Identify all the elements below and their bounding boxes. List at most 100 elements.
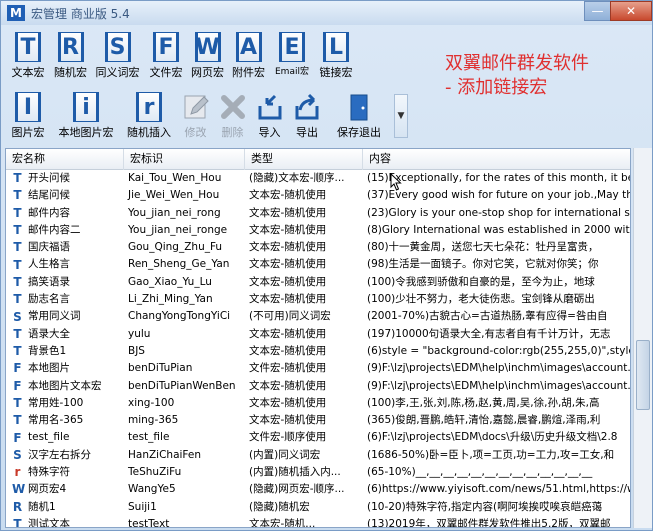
cell-macro-content: (8)Glory International was established i… — [367, 223, 631, 236]
cell-macro-id: test_file — [128, 431, 170, 444]
macro-name-text: 本地图片文本宏 — [28, 379, 102, 392]
attachment-macro-letter-icon: A — [235, 32, 262, 62]
column-header-content[interactable]: 内容 — [363, 149, 630, 170]
table-row[interactable]: T 结尾问候 Jie_Wei_Wen_Hou 文本宏-随机使用 (37)Every go… — [6, 187, 630, 204]
cell-macro-type: 文本宏-随机使用 — [249, 223, 327, 236]
macro-type-R-icon: R — [12, 499, 23, 514]
text-macro-label: 文本宏 — [11, 66, 45, 79]
cell-macro-type: (内置)同义词宏 — [249, 448, 321, 461]
export-button[interactable]: 导出 — [288, 88, 326, 144]
import-button[interactable]: 导入 — [251, 88, 288, 144]
table-row[interactable]: T 语录大全 yulu 文本宏-随机使用 (197)10000句语录大全,有志者自有千计… — [6, 326, 630, 343]
cell-macro-id: ChangYongTongYiCi — [128, 310, 231, 323]
synonym-macro-label: 同义词宏 — [95, 66, 140, 79]
macro-name-text: 语录大全 — [28, 327, 70, 340]
macro-name-text: 励志名言 — [28, 293, 70, 306]
macro-type-T-icon: T — [13, 274, 22, 289]
table-row[interactable]: Ftest_file test_file 文件宏-顺序使用 (6)F:\lzj\pro… — [6, 429, 630, 446]
macro-manager-window: M 宏管理 商业版 5.4 — ✕ T 文本宏 R 随机宏 S 同义词宏 F 文件宏 W 网页宏 A… — [0, 0, 653, 531]
table-row[interactable]: r 特殊字符 TeShuZiFu (内置)随机插入内... (65-10%)__,__,… — [6, 464, 630, 481]
local-image-macro-button[interactable]: i 本地图片宏 — [51, 88, 121, 144]
table-row[interactable]: T 国庆福语 Gou_Qing_Zhu_Fu 文本宏-随机使用 (80)十一黄金周，送您… — [6, 239, 630, 256]
cell-macro-type: (内置)随机插入内... — [249, 466, 341, 479]
table-row[interactable]: T 邮件内容二 You_jian_nei_ronge 文本宏-随机使用 (8)Glory… — [6, 222, 630, 239]
edit-button[interactable]: 修改 — [177, 88, 214, 144]
cell-macro-id: Suiji1 — [128, 500, 157, 513]
macro-name-text: 常用姓-100 — [28, 396, 84, 409]
random-insert-label: 随机插入 — [127, 126, 171, 139]
table-row[interactable]: T 搞笑语录 Gao_Xiao_Yu_Lu 文本宏-随机使用 (100)令我感到骄傲和自… — [6, 274, 630, 291]
table-row[interactable]: T 背景色1 BJS 文本宏-随机使用 (6)style = "background-c… — [6, 343, 630, 360]
delete-label: 删除 — [221, 126, 244, 139]
cell-macro-content: (13)2019年，双翼邮件群发软件推出5.2版，双翼邮 — [367, 517, 611, 528]
cell-macro-type: 文本宏-随机使用 — [249, 258, 327, 271]
macro-type-T-icon: T — [13, 344, 22, 359]
door-exit-icon — [343, 92, 375, 122]
table-row[interactable]: S 汉字左右拆分 HanZiChaiFen (内置)同义词宏 (1686-50%)卧=臣… — [6, 447, 630, 464]
column-header-name[interactable]: 宏名称 — [6, 149, 124, 170]
cell-macro-content: (10-20)特殊字符,指定内容(啊阿埃挨哎唉哀皑癌蔼 — [367, 500, 603, 513]
macro-name-text: 特殊字符 — [28, 466, 70, 479]
column-header-id[interactable]: 宏标识 — [124, 149, 245, 170]
random-insert-button[interactable]: r 随机插入 — [121, 88, 177, 144]
vertical-scrollbar[interactable] — [633, 148, 652, 528]
macro-type-T-icon: T — [13, 257, 22, 272]
macro-name-text: 搞笑语录 — [28, 275, 70, 288]
cell-macro-name: Ftest_file — [6, 429, 124, 446]
table-row[interactable]: T 常用名-365 ming-365 文本宏-随机使用 (365)俊朗,晋鹏,皓轩,清怡… — [6, 412, 630, 429]
macro-name-text: 网页宏4 — [28, 483, 67, 496]
table-row[interactable]: W 网页宏4 WangYe5 (隐藏)网页宏-顺序... (6)https://www.… — [6, 481, 630, 498]
file-macro-button[interactable]: F 文件宏 — [145, 28, 187, 84]
delete-button[interactable]: 删除 — [214, 88, 251, 144]
macro-list[interactable]: 宏名称 宏标识 类型 内容 T 开头问候 Kai_Tou_Wen_Hou (隐藏)文本… — [5, 148, 631, 528]
table-row[interactable]: F 本地图片文本宏 benDiTuPianWenBen 文本宏-随机使用 (9)F:\l… — [6, 378, 630, 395]
table-row[interactable]: S 常用同义词 ChangYongTongYiCi (不可用)同义词宏 (2001-70… — [6, 308, 630, 325]
attachment-macro-button[interactable]: A 附件宏 — [228, 28, 269, 84]
macro-type-S-icon: S — [13, 309, 22, 324]
table-row[interactable]: T 人生格言 Ren_Sheng_Ge_Yan 文本宏-随机使用 (98)生活是一面镜子… — [6, 256, 630, 273]
cell-macro-type: 文本宏-随机使用 — [249, 414, 327, 427]
table-row[interactable]: F 本地图片 benDiTuPian 文件宏-随机使用 (9)F:\lzj\projec… — [6, 360, 630, 377]
macro-type-F-icon: F — [13, 361, 22, 376]
synonym-macro-button[interactable]: S 同义词宏 — [90, 28, 145, 84]
image-macro-button[interactable]: I 图片宏 — [5, 88, 51, 144]
macro-type-T-icon: T — [13, 223, 22, 238]
table-row[interactable]: T 常用姓-100 xing-100 文本宏-随机使用 (100)李,王,张,刘,陈,杨… — [6, 395, 630, 412]
table-row[interactable]: T 测试文本 testText 文本宏-随机... (13)2019年，双翼邮件群发软件… — [6, 516, 630, 528]
title-bar: M 宏管理 商业版 5.4 — ✕ — [1, 1, 652, 25]
table-row[interactable]: T 邮件内容 You_jian_nei_rong 文本宏-随机使用 (23)Glory … — [6, 205, 630, 222]
close-button[interactable]: ✕ — [610, 1, 652, 21]
webpage-macro-button[interactable]: W 网页宏 — [187, 28, 228, 84]
scrollbar-thumb[interactable] — [636, 340, 650, 410]
macro-type-T-icon: T — [13, 326, 22, 341]
table-row[interactable]: R 随机1 Suiji1 (隐藏)随机宏 (10-20)特殊字符,指定内容(啊阿埃挨哎唉… — [6, 499, 630, 516]
toolbar-overflow-chevron-down-icon[interactable]: ▼ — [394, 94, 408, 138]
attachment-macro-label: 附件宏 — [232, 66, 265, 79]
link-macro-button[interactable]: L 链接宏 — [315, 28, 357, 84]
text-macro-button[interactable]: T 文本宏 — [5, 28, 51, 84]
app-logo-icon: M — [7, 5, 25, 21]
synonym-macro-letter-icon: S — [104, 32, 131, 62]
cell-macro-content: (23)Glory is your one-stop shop for inte… — [367, 206, 630, 219]
column-header-type[interactable]: 类型 — [245, 149, 363, 170]
file-macro-label: 文件宏 — [149, 66, 183, 79]
random-macro-button[interactable]: R 随机宏 — [51, 28, 90, 84]
cell-macro-content: (9)F:\lzj\projects\EDM\help\inchm\images… — [367, 379, 631, 392]
cell-macro-id: testText — [128, 517, 170, 528]
cell-macro-name: T 常用名-365 — [6, 412, 124, 429]
cell-macro-name: F 本地图片文本宏 — [6, 378, 124, 395]
import-label: 导入 — [258, 126, 281, 139]
email-macro-button[interactable]: E Email宏 — [269, 28, 315, 84]
macro-name-text: 结尾问候 — [28, 189, 70, 202]
macro-name-text: 开头问候 — [28, 172, 70, 184]
cell-macro-type: (隐藏)网页宏-顺序... — [249, 483, 345, 496]
cell-macro-id: ming-365 — [128, 414, 179, 427]
table-row[interactable]: T 开头问候 Kai_Tou_Wen_Hou (隐藏)文本宏-顺序... (15)Exc… — [6, 170, 630, 187]
cell-macro-id: HanZiChaiFen — [128, 448, 202, 461]
pencil-icon — [180, 92, 212, 122]
macro-type-T-icon: T — [13, 240, 22, 255]
save-exit-button[interactable]: 保存退出 — [326, 88, 392, 144]
cell-macro-id: benDiTuPianWenBen — [128, 379, 236, 392]
minimize-button[interactable]: — — [584, 1, 610, 21]
table-row[interactable]: T 励志名言 Li_Zhi_Ming_Yan 文本宏-随机使用 (100)少壮不努力，老… — [6, 291, 630, 308]
